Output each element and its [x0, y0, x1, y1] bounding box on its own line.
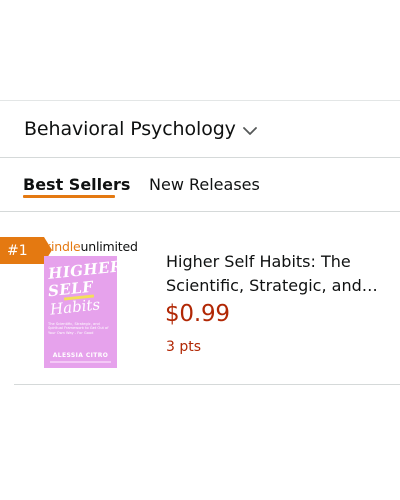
- kindle-unlimited-logo: kindleunlimited: [44, 239, 138, 254]
- cover-title-line3: Habits: [49, 295, 101, 319]
- category-selector[interactable]: Behavioral Psychology: [0, 100, 400, 158]
- category-title: Behavioral Psychology: [24, 118, 236, 140]
- cover-subtitle: The Scientific, Strategic, and Spiritual…: [48, 322, 109, 335]
- cover-author: ALESSIA CITRO: [52, 352, 109, 359]
- rank-number: #1: [7, 242, 28, 259]
- rank-badge: #1: [0, 237, 52, 264]
- active-tab-indicator: [23, 195, 115, 198]
- book-cover-image[interactable]: HIGHER SELF Habits The Scientific, Strat…: [44, 256, 117, 368]
- list-divider: [14, 384, 400, 385]
- ranking-tabs: Best Sellers New Releases: [0, 158, 400, 212]
- tab-best-sellers[interactable]: Best Sellers: [23, 175, 130, 194]
- chevron-down-icon[interactable]: [242, 121, 257, 140]
- tab-new-releases[interactable]: New Releases: [149, 175, 260, 194]
- cover-footer-line: [50, 361, 111, 363]
- product-price: $0.99: [165, 301, 230, 327]
- unlimited-label: unlimited: [80, 239, 138, 254]
- kindle-label: kindle: [44, 239, 81, 254]
- product-title-link[interactable]: Higher Self Habits: The Scientific, Stra…: [166, 250, 388, 298]
- reward-points: 3 pts: [166, 339, 202, 355]
